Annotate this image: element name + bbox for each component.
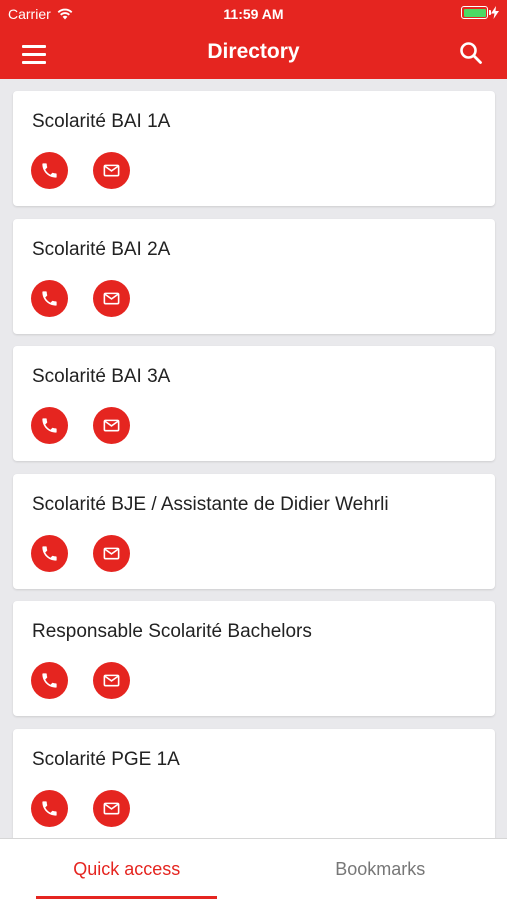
contact-name: Scolarité BJE / Assistante de Didier Weh…: [32, 494, 389, 515]
contact-card: Scolarité BJE / Assistante de Didier Weh…: [13, 474, 495, 589]
page-title: Directory: [207, 40, 300, 63]
contact-name: Responsable Scolarité Bachelors: [32, 621, 312, 642]
tab-quick-access[interactable]: Quick access: [0, 839, 254, 900]
tab-label: Quick access: [73, 859, 181, 879]
phone-icon: [42, 291, 57, 306]
contact-card: Scolarité BAI 1A: [13, 91, 495, 206]
status-time: 11:59 AM: [223, 6, 284, 22]
bottom-tab-bar: Quick access Bookmarks: [0, 838, 507, 900]
phone-icon: [42, 801, 57, 816]
email-button[interactable]: [93, 407, 130, 444]
battery-indicator: [461, 6, 499, 19]
phone-icon: [42, 163, 57, 178]
call-button[interactable]: [31, 662, 68, 699]
menu-button[interactable]: [22, 40, 58, 68]
contact-card: Scolarité PGE 1A: [13, 729, 495, 838]
contact-card: Responsable Scolarité Bachelors: [13, 601, 495, 716]
mail-icon: [103, 802, 120, 815]
call-button[interactable]: [31, 790, 68, 827]
status-bar: Carrier 11:59 AM: [0, 0, 507, 28]
mail-icon: [103, 164, 120, 177]
phone-icon: [42, 546, 57, 561]
mail-icon: [103, 547, 120, 560]
tab-label: Bookmarks: [335, 859, 426, 879]
tab-bookmarks[interactable]: Bookmarks: [254, 839, 507, 900]
battery-icon: [461, 6, 491, 19]
email-button[interactable]: [93, 280, 130, 317]
mail-icon: [103, 674, 120, 687]
email-button[interactable]: [93, 662, 130, 699]
contact-card: Scolarité BAI 2A: [13, 219, 495, 334]
hamburger-menu-icon: [22, 44, 46, 48]
call-button[interactable]: [31, 280, 68, 317]
contact-name: Scolarité BAI 1A: [32, 111, 171, 132]
top-bar: Carrier 11:59 AM Directory: [0, 0, 507, 79]
email-button[interactable]: [93, 790, 130, 827]
contact-name: Scolarité PGE 1A: [32, 749, 180, 770]
contact-card: Scolarité BAI 3A: [13, 346, 495, 461]
phone-icon: [42, 673, 57, 688]
contact-name: Scolarité BAI 2A: [32, 239, 171, 260]
call-button[interactable]: [31, 152, 68, 189]
email-button[interactable]: [93, 535, 130, 572]
phone-icon: [42, 418, 57, 433]
mail-icon: [103, 292, 120, 305]
email-button[interactable]: [93, 152, 130, 189]
call-button[interactable]: [31, 535, 68, 572]
directory-list[interactable]: Scolarité BAI 1A Scolarité BAI 2A Scolar…: [0, 79, 507, 838]
contact-name: Scolarité BAI 3A: [32, 366, 171, 387]
mail-icon: [103, 419, 120, 432]
charging-bolt-icon: [491, 6, 499, 19]
navigation-bar: Directory: [0, 28, 507, 79]
search-icon[interactable]: [457, 39, 485, 67]
call-button[interactable]: [31, 407, 68, 444]
